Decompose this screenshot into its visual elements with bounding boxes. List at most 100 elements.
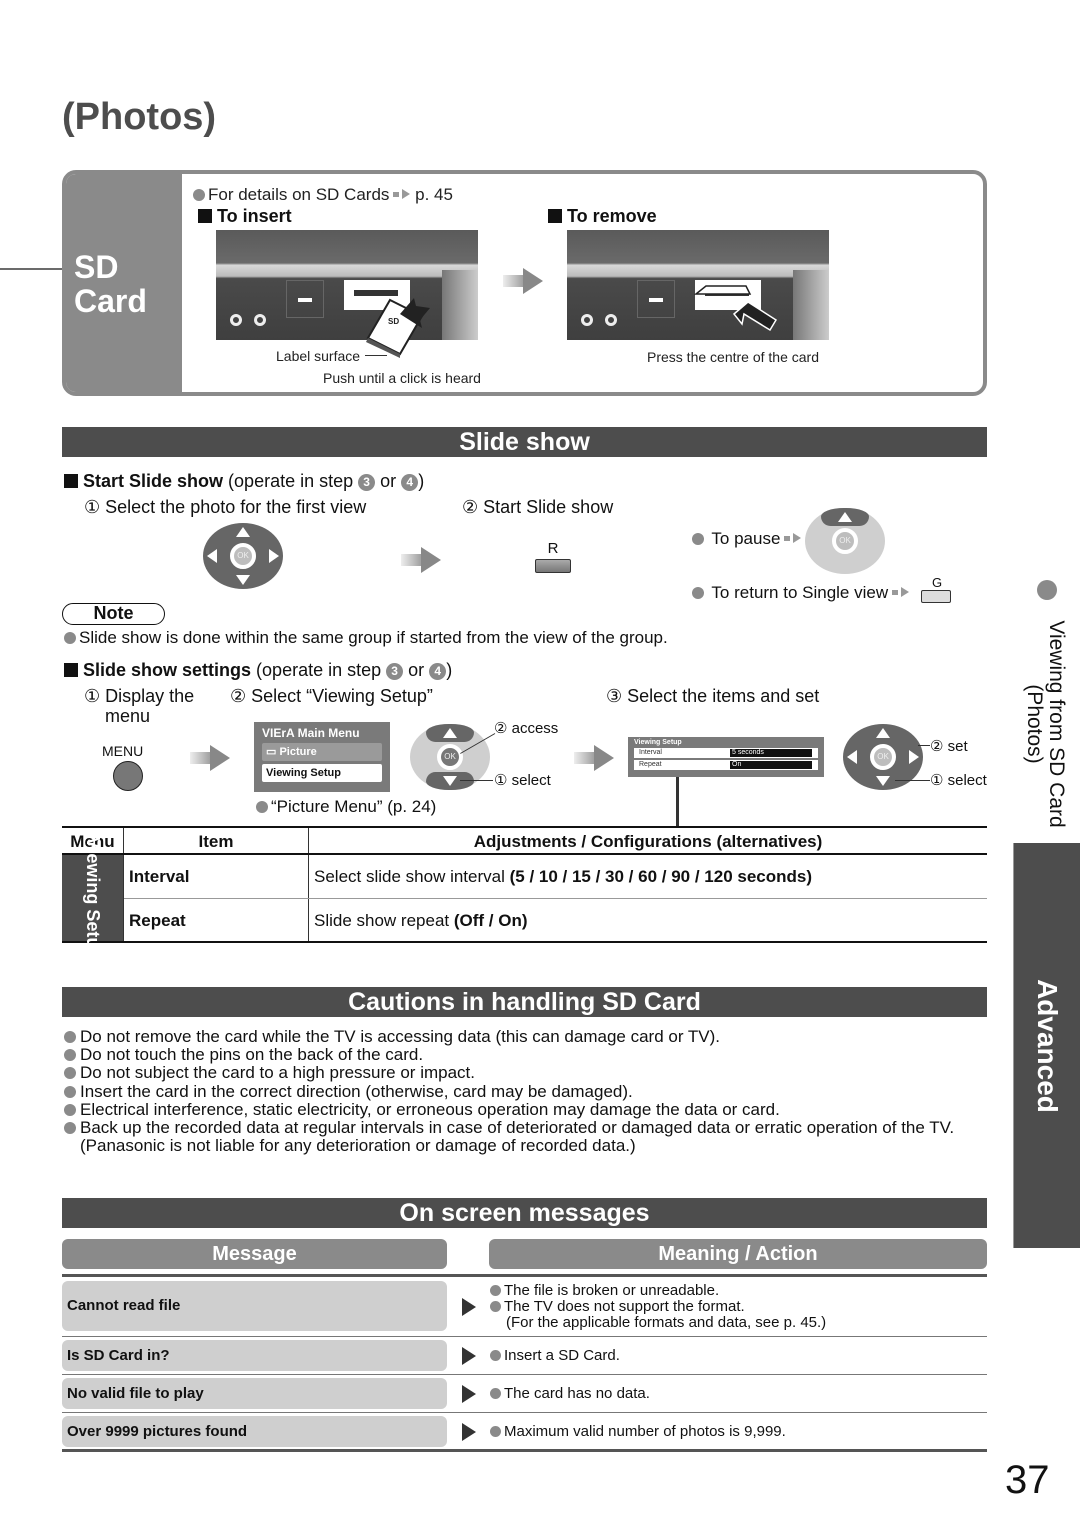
usb-port <box>637 280 675 318</box>
caution-text: Insert the card in the correct direction… <box>80 1081 633 1101</box>
arrow-up-icon <box>838 512 852 522</box>
viewing-setup-menu-mockup: Viewing Setup Interval 5 seconds Repeat On <box>628 737 824 777</box>
message-text: No valid file to play <box>62 1378 447 1409</box>
side-line1: Viewing from SD Card <box>1045 620 1068 828</box>
select-label-2: ① select <box>930 772 987 789</box>
arrow-head-icon <box>402 189 411 199</box>
main-menu-header: VIErA Main Menu <box>262 726 360 740</box>
av-jack <box>605 314 617 326</box>
col-item: Item <box>124 828 309 853</box>
sd-card-insert-icon: SD <box>366 298 430 358</box>
green-button[interactable] <box>921 590 951 603</box>
play-arrow-icon <box>462 1423 476 1441</box>
message-text: Over 9999 pictures found <box>62 1416 447 1447</box>
red-button[interactable] <box>535 559 571 573</box>
sd-label-line2: Card <box>74 283 147 319</box>
arrow-down-icon <box>236 575 250 585</box>
meaning-text: Maximum valid number of photos is 9,999. <box>490 1424 786 1440</box>
vs-row-interval[interactable]: Interval 5 seconds <box>634 748 818 758</box>
arrow-up-icon <box>236 527 250 537</box>
leader-line <box>365 355 387 356</box>
vs-row-repeat[interactable]: Repeat On <box>634 760 818 770</box>
start-slide-show-title: Start Slide show <box>83 471 224 491</box>
sd-card-label: SD Card <box>74 250 147 318</box>
sd-details-line: For details on SD Cards p. 45 <box>193 185 453 205</box>
step-4-icon: 4 <box>429 663 447 680</box>
details-page-ref[interactable]: p. 45 <box>415 185 453 204</box>
caution-text: Do not remove the card while the TV is a… <box>80 1027 721 1046</box>
side-line2: (Photos) <box>1023 684 1046 764</box>
caution-text: Back up the recorded data at regular int… <box>80 1118 955 1156</box>
note-text: Slide show is done within the same group… <box>79 628 668 647</box>
picture-menu-link[interactable]: “Picture Menu” (p. 24) <box>271 797 436 816</box>
caution-item: Insert the card in the correct direction… <box>64 1081 989 1101</box>
vs-row-label: Repeat <box>639 761 662 768</box>
square-bullet-icon <box>64 663 78 677</box>
menu-button[interactable] <box>113 761 143 791</box>
row-item: Interval <box>124 855 309 898</box>
tv-side <box>793 270 829 340</box>
arrow-right-icon <box>401 547 441 573</box>
arrow-right-icon <box>909 750 919 764</box>
menu-item-viewing-setup[interactable]: Viewing Setup <box>262 764 382 782</box>
sd-card-side-panel: SD Card <box>66 174 182 392</box>
menu-item-picture[interactable]: ▭ Picture <box>262 743 382 761</box>
sd-label-line1: SD <box>74 249 119 285</box>
heading-rest: (operate in step <box>228 471 354 491</box>
arrow-right-icon <box>190 745 230 771</box>
green-button-label: G <box>931 575 943 590</box>
main-menu-mockup: VIErA Main Menu ▭ Picture Viewing Setup <box>254 722 390 792</box>
remote-dpad-full[interactable]: OK <box>203 523 283 589</box>
ok-button[interactable]: OK <box>870 744 896 770</box>
remote-dpad-pause[interactable]: OK <box>805 508 885 574</box>
ok-button[interactable]: OK <box>230 543 256 569</box>
message-row: Over 9999 pictures found Maximum valid n… <box>62 1412 987 1449</box>
start-slide-show-heading: Start Slide show (operate in step 3 or 4… <box>64 471 424 492</box>
play-arrow-icon <box>462 1385 476 1403</box>
meaning-line-text: The card has no data. <box>504 1385 650 1402</box>
chapter-tab-label-wrap: Advanced <box>1013 843 1080 1248</box>
to-return-text: To return to Single view <box>711 583 889 602</box>
cautions-section-bar: Cautions in handling SD Card <box>62 987 987 1017</box>
or-text: or <box>380 471 397 491</box>
to-insert-text: To insert <box>217 206 292 226</box>
leader-line <box>918 745 930 746</box>
ok-button[interactable]: OK <box>832 528 858 554</box>
arrow-up-icon <box>876 728 890 738</box>
desc-text: Slide show repeat <box>314 911 450 930</box>
vs-row-label: Interval <box>639 749 662 756</box>
messages-table: Cannot read file The file is broken or u… <box>62 1274 987 1452</box>
bullet-icon <box>692 587 704 599</box>
bullet-icon <box>64 1067 76 1080</box>
square-bullet-icon <box>64 474 78 488</box>
caution-item: Electrical interference, static electric… <box>64 1099 989 1119</box>
bullet-icon <box>64 1031 76 1043</box>
caution-item: Do not touch the pins on the back of the… <box>64 1046 989 1064</box>
ok-button[interactable]: OK <box>437 744 463 770</box>
play-arrow-icon <box>462 1347 476 1365</box>
note-text-line: Slide show is done within the same group… <box>64 628 668 648</box>
bullet-icon <box>692 533 704 545</box>
heading-rest: (operate in step <box>256 660 382 680</box>
caution-item: Back up the recorded data at regular int… <box>64 1118 989 1156</box>
message-row: Is SD Card in? Insert a SD Card. <box>62 1336 987 1374</box>
slide-show-section-bar: Slide show <box>62 427 987 457</box>
arrow-down-icon <box>876 776 890 786</box>
viewing-setup-table: Menu Item Adjustments / Configurations (… <box>62 826 987 959</box>
usb-port <box>286 280 324 318</box>
message-text: Cannot read file <box>62 1281 447 1331</box>
press-centre-caption: Press the centre of the card <box>647 349 819 365</box>
bullet-icon <box>490 1301 501 1312</box>
push-caption: Push until a click is heard <box>323 370 481 386</box>
caution-text: Electrical interference, static electric… <box>80 1099 780 1119</box>
message-row: No valid file to play The card has no da… <box>62 1374 987 1412</box>
label-surface-caption: Label surface <box>276 348 361 364</box>
close-paren: ) <box>418 471 425 491</box>
step1-line1: ① Display the <box>84 686 195 706</box>
step1-line2: menu <box>105 706 151 726</box>
select-label: ① select <box>494 772 551 789</box>
arrow-icon <box>784 536 791 541</box>
start-step-1: ① Select the photo for the first view <box>84 497 367 517</box>
to-return-line: To return to Single view <box>692 583 910 603</box>
arrow-icon <box>892 590 899 595</box>
